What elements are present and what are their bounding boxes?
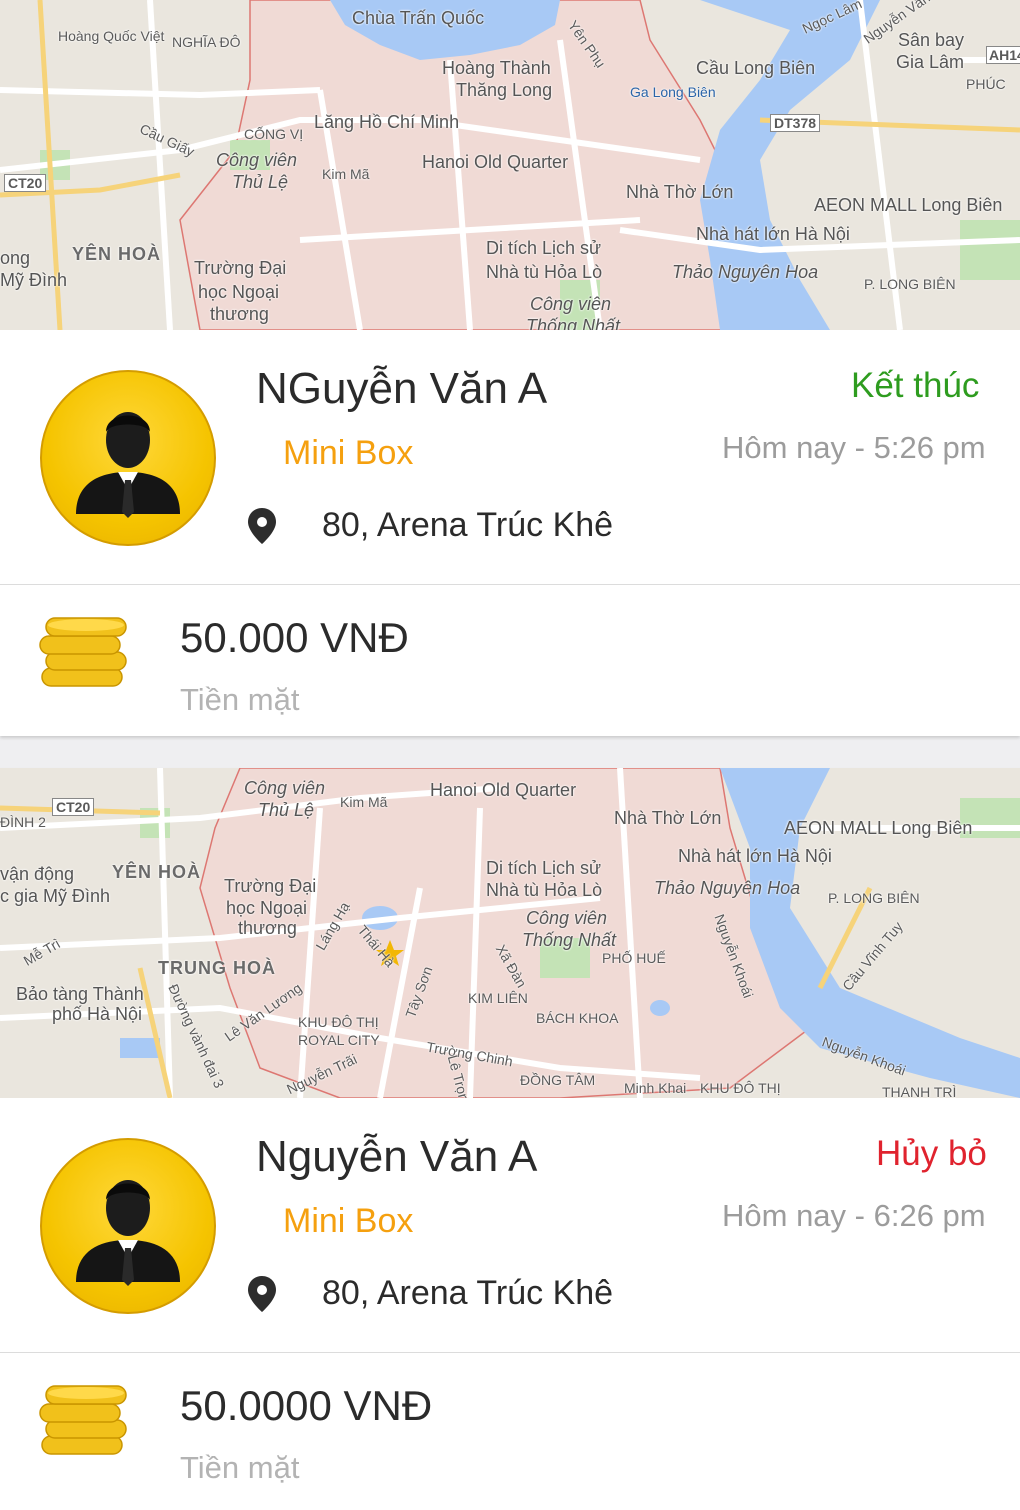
map-label: Hanoi Old Quarter bbox=[422, 152, 569, 172]
map-label: thương bbox=[210, 304, 269, 324]
map-label: ong bbox=[0, 248, 31, 268]
map-label: YÊN HOÀ bbox=[112, 862, 202, 882]
map-label: Minh Khai bbox=[624, 1080, 687, 1096]
map-label: YÊN HOÀ bbox=[72, 244, 162, 264]
map-label: Chùa Trấn Quốc bbox=[352, 8, 485, 28]
map-label: Thảo Nguyên Hoa bbox=[654, 878, 801, 898]
map-label: Công viên bbox=[244, 778, 326, 798]
map-label: Công viên bbox=[530, 294, 612, 314]
map-label: CỐNG VỊ bbox=[244, 126, 304, 142]
map-label: P. LONG BIÊN bbox=[864, 276, 956, 292]
map-label: vận động bbox=[0, 864, 75, 884]
map-label: Hoàng Thành bbox=[442, 58, 551, 78]
trip-time: Hôm nay - 6:26 pm bbox=[722, 1198, 986, 1233]
map-label: học Ngoại bbox=[226, 898, 308, 918]
map-label: Ga Long Biên bbox=[630, 84, 716, 100]
map-label: Di tích Lịch sử bbox=[486, 858, 602, 878]
trip-status: Kết thúc bbox=[851, 366, 980, 405]
location-pin-icon bbox=[248, 508, 276, 544]
map-label: Lăng Hồ Chí Minh bbox=[314, 112, 460, 132]
map-label: Gia Lâm bbox=[896, 52, 965, 72]
map-label: BÁCH KHOA bbox=[536, 1010, 619, 1026]
map-label: AEON MALL Long Biên bbox=[784, 818, 973, 838]
map-label: Cầu Long Biên bbox=[696, 58, 816, 78]
map-label: KIM LIÊN bbox=[468, 990, 528, 1006]
map-label: Thủ Lệ bbox=[232, 172, 289, 192]
driver-name: NGuyễn Văn A bbox=[256, 364, 548, 413]
driver-avatar bbox=[40, 1138, 216, 1314]
coins-icon bbox=[39, 1385, 127, 1455]
map-label: Di tích Lịch sử bbox=[486, 238, 602, 258]
map-label: Công viên bbox=[526, 908, 608, 928]
map-label: học Ngoại bbox=[198, 282, 280, 302]
map-label: Thủ Lệ bbox=[258, 800, 315, 820]
trip-price: 50.0000 VNĐ bbox=[180, 1382, 433, 1429]
map-label: ĐÌNH 2 bbox=[0, 814, 46, 830]
map-label: Trường Đại bbox=[194, 258, 287, 278]
trip-card[interactable]: Công viên Thủ Lệ Kim Mã Hanoi Old Quarte… bbox=[0, 768, 1020, 1510]
divider bbox=[0, 584, 1020, 585]
coins-icon bbox=[39, 617, 127, 687]
map-label: Công viên bbox=[216, 150, 298, 170]
divider bbox=[0, 1352, 1020, 1353]
map-label: Sân bay bbox=[898, 30, 965, 50]
trip-map[interactable]: Công viên Thủ Lệ Kim Mã Hanoi Old Quarte… bbox=[0, 768, 1020, 1098]
map-label: c gia Mỹ Đình bbox=[0, 886, 111, 906]
map-label: thương bbox=[238, 918, 297, 938]
map-label: PHỐ HUẾ bbox=[602, 950, 666, 966]
map-label: DT378 bbox=[770, 114, 821, 132]
map-label: P. LONG BIÊN bbox=[828, 890, 920, 906]
map-label: Nhà tù Hỏa Lò bbox=[486, 262, 603, 282]
map-label: Trường Đại bbox=[224, 876, 317, 896]
map-label: Hoàng Quốc Việt bbox=[58, 28, 165, 44]
payment-method: Tiền mặt bbox=[180, 1450, 300, 1485]
trip-time: Hôm nay - 5:26 pm bbox=[722, 430, 986, 465]
pickup-address: 80, Arena Trúc Khê bbox=[322, 506, 614, 544]
map-label: Thống Nhất bbox=[526, 316, 621, 330]
pickup-address: 80, Arena Trúc Khê bbox=[322, 1274, 614, 1312]
map-label: ROYAL CITY bbox=[298, 1032, 380, 1048]
map-label: KHU ĐÔ THỊ bbox=[700, 1080, 781, 1096]
map-label: AH14 bbox=[986, 46, 1020, 64]
map-label: Nhà hát lớn Hà Nội bbox=[696, 224, 850, 244]
map-label: CT20 bbox=[52, 798, 95, 816]
map-label: KHU ĐÔ THỊ bbox=[298, 1014, 379, 1030]
map-label: Mỹ Đình bbox=[0, 270, 68, 290]
location-pin-icon bbox=[248, 1276, 276, 1312]
map-label: Nhà Thờ Lớn bbox=[626, 182, 734, 202]
service-type: Mini Box bbox=[283, 434, 414, 472]
map-label: PHÚC bbox=[966, 76, 1006, 92]
map-label: Kim Mã bbox=[322, 166, 370, 182]
map-label: Nhà Thờ Lớn bbox=[614, 808, 722, 828]
map-label: TRUNG HOÀ bbox=[158, 958, 276, 978]
map-label: Thăng Long bbox=[456, 80, 553, 100]
trip-map[interactable]: Chùa Trấn Quốc Hoàng Quốc Việt NGHĨA ĐÔ … bbox=[0, 0, 1020, 330]
map-label: Hanoi Old Quarter bbox=[430, 780, 577, 800]
payment-method: Tiền mặt bbox=[180, 682, 300, 717]
map-label: Thống Nhất bbox=[522, 930, 617, 950]
map-label: Thảo Nguyên Hoa bbox=[672, 262, 819, 282]
map-label: Bảo tàng Thành bbox=[16, 984, 144, 1004]
person-icon bbox=[76, 1180, 180, 1286]
map-label: phố Hà Nội bbox=[52, 1004, 143, 1024]
driver-name: Nguyễn Văn A bbox=[256, 1132, 538, 1181]
driver-avatar bbox=[40, 370, 216, 546]
map-label: THANH TRÌ bbox=[882, 1084, 957, 1098]
trip-status: Hủy bỏ bbox=[876, 1134, 987, 1173]
map-label: Kim Mã bbox=[340, 794, 388, 810]
service-type: Mini Box bbox=[283, 1202, 414, 1240]
map-label: CT20 bbox=[4, 174, 47, 192]
trip-card[interactable]: Chùa Trấn Quốc Hoàng Quốc Việt NGHĨA ĐÔ … bbox=[0, 0, 1020, 736]
map-label: ĐỒNG TÂM bbox=[520, 1072, 596, 1088]
map-label: Nhà hát lớn Hà Nội bbox=[678, 846, 832, 866]
person-icon bbox=[76, 412, 180, 518]
map-label: Nhà tù Hỏa Lò bbox=[486, 880, 603, 900]
map-label: NGHĨA ĐÔ bbox=[172, 34, 241, 50]
map-label: AEON MALL Long Biên bbox=[814, 195, 1003, 215]
trip-price: 50.000 VNĐ bbox=[180, 614, 409, 661]
